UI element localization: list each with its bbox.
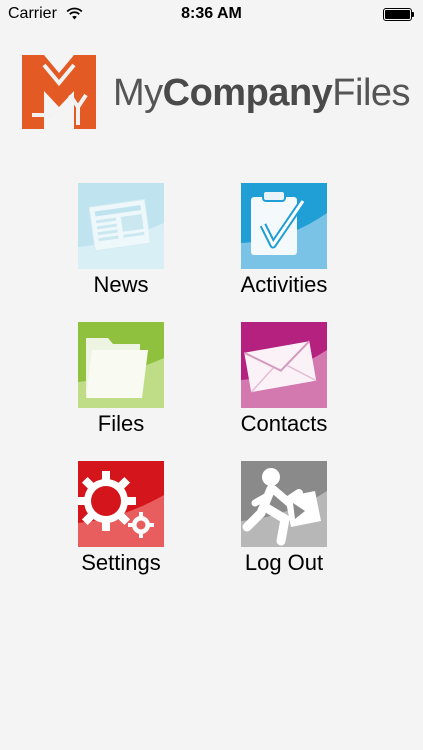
- menu-item-contacts[interactable]: Contacts: [229, 322, 339, 437]
- envelope-icon: [241, 322, 327, 408]
- running-man-icon: [241, 461, 327, 547]
- menu-item-label: Settings: [81, 550, 161, 575]
- battery-icon: [383, 8, 415, 21]
- menu-item-activities[interactable]: Activities: [229, 183, 339, 298]
- menu-item-label: Contacts: [240, 411, 328, 436]
- mycompanyfiles-logo-icon: [22, 55, 96, 129]
- app-brand-title: MyCompanyFiles: [113, 72, 411, 114]
- status-time: 8:36 AM: [181, 5, 242, 22]
- menu-item-label: Activities: [240, 272, 328, 297]
- menu-item-label: News: [93, 272, 149, 297]
- menu-item-logout[interactable]: Log Out: [229, 461, 339, 576]
- folder-icon: [78, 322, 164, 408]
- menu-item-files[interactable]: Files: [66, 322, 176, 437]
- gear-icon: [78, 461, 164, 547]
- menu-item-settings[interactable]: Settings: [66, 461, 176, 576]
- clipboard-check-icon: [241, 183, 327, 269]
- status-bar: Carrier 8:36 AM: [0, 0, 423, 28]
- menu-item-label: Files: [97, 411, 145, 436]
- menu-item-news[interactable]: News: [66, 183, 176, 298]
- menu-item-label: Log Out: [244, 550, 324, 575]
- newspaper-icon: [78, 183, 164, 269]
